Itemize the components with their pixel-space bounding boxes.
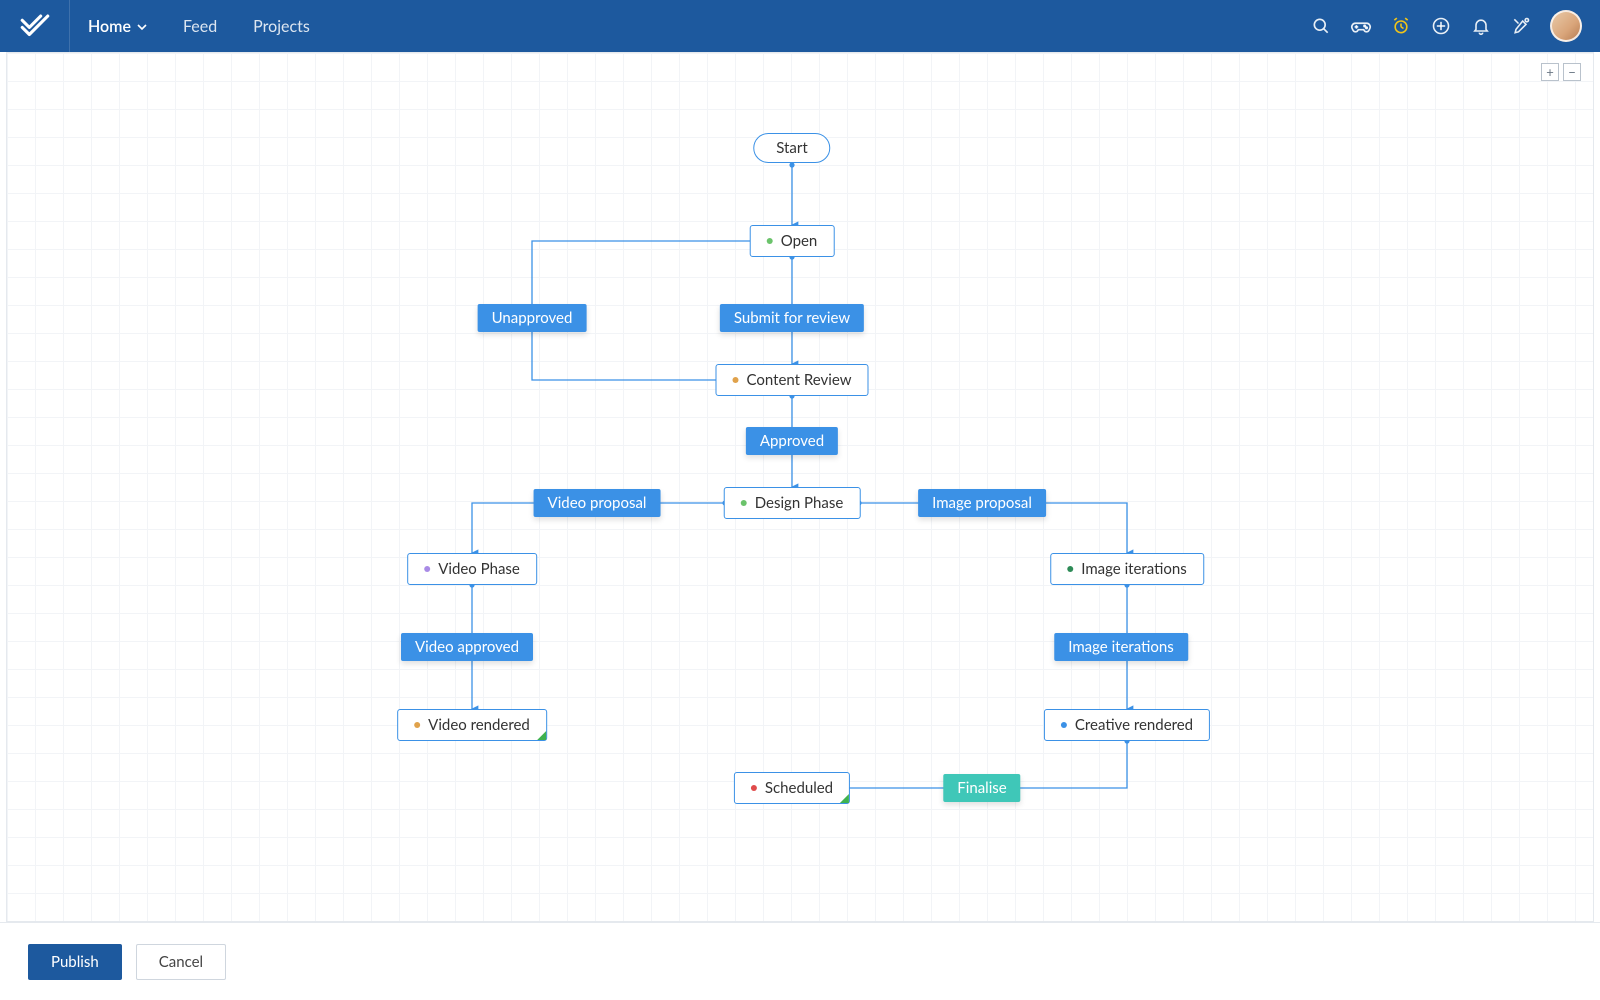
footer-bar: Publish Cancel (0, 922, 1600, 1000)
action-unapproved[interactable]: Unapproved (478, 304, 587, 332)
state-start[interactable]: Start (753, 133, 830, 163)
status-dot-icon (1061, 722, 1067, 728)
top-nav: Home Feed Projects (0, 0, 1600, 52)
state-label: Video Phase (438, 560, 520, 578)
state-image-iterations[interactable]: Image iterations (1050, 553, 1204, 585)
add-circle-icon[interactable] (1430, 15, 1452, 37)
state-label: Content Review (746, 371, 851, 389)
gamepad-icon[interactable] (1350, 15, 1372, 37)
status-dot-icon (424, 566, 430, 572)
state-open[interactable]: Open (750, 225, 835, 257)
action-approved[interactable]: Approved (746, 427, 838, 455)
state-label: Image iterations (1081, 560, 1187, 578)
action-submit-review[interactable]: Submit for review (720, 304, 864, 332)
status-dot-icon (414, 722, 420, 728)
nav-feed-label: Feed (183, 17, 217, 36)
alarm-icon[interactable] (1390, 15, 1412, 37)
status-dot-icon (1067, 566, 1073, 572)
action-finalise[interactable]: Finalise (943, 774, 1020, 802)
tools-icon[interactable] (1510, 15, 1532, 37)
workflow-canvas[interactable]: + − StartOpenContent ReviewDesign PhaseV… (6, 52, 1594, 922)
status-dot-icon (732, 377, 738, 383)
publish-button[interactable]: Publish (28, 944, 122, 980)
nav-projects[interactable]: Projects (235, 0, 328, 52)
state-video-rendered[interactable]: Video rendered (397, 709, 547, 741)
chevron-down-icon (137, 17, 147, 36)
nav-home-label: Home (88, 17, 131, 36)
corner-mark-icon (840, 794, 849, 803)
state-label: Video rendered (428, 716, 530, 734)
nav-feed[interactable]: Feed (165, 0, 235, 52)
action-video-proposal[interactable]: Video proposal (534, 489, 661, 517)
corner-mark-icon (537, 731, 546, 740)
state-label: Scheduled (765, 779, 833, 797)
state-video-phase[interactable]: Video Phase (407, 553, 537, 585)
checkmark-logo-icon (18, 9, 52, 43)
state-content-review[interactable]: Content Review (715, 364, 868, 396)
nav-projects-label: Projects (253, 17, 310, 36)
state-scheduled[interactable]: Scheduled (734, 772, 850, 804)
nav-items: Home Feed Projects (70, 0, 328, 52)
status-dot-icon (751, 785, 757, 791)
action-image-iter-act[interactable]: Image iterations (1054, 633, 1188, 661)
action-video-approved[interactable]: Video approved (401, 633, 533, 661)
state-creative-rendered[interactable]: Creative rendered (1044, 709, 1210, 741)
status-dot-icon (741, 500, 747, 506)
action-image-proposal[interactable]: Image proposal (918, 489, 1046, 517)
search-icon[interactable] (1310, 15, 1332, 37)
state-label: Start (776, 139, 807, 157)
bell-icon[interactable] (1470, 15, 1492, 37)
state-label: Design Phase (755, 494, 844, 512)
state-design-phase[interactable]: Design Phase (724, 487, 861, 519)
nodes-layer: Start Open Content Review Design Phase Video… (7, 53, 1593, 921)
status-dot-icon (767, 238, 773, 244)
cancel-button[interactable]: Cancel (136, 944, 226, 980)
nav-home[interactable]: Home (70, 0, 165, 52)
avatar[interactable] (1550, 10, 1582, 42)
state-label: Open (781, 232, 818, 250)
nav-actions (1310, 0, 1600, 52)
state-label: Creative rendered (1075, 716, 1193, 734)
app-logo[interactable] (0, 0, 70, 52)
